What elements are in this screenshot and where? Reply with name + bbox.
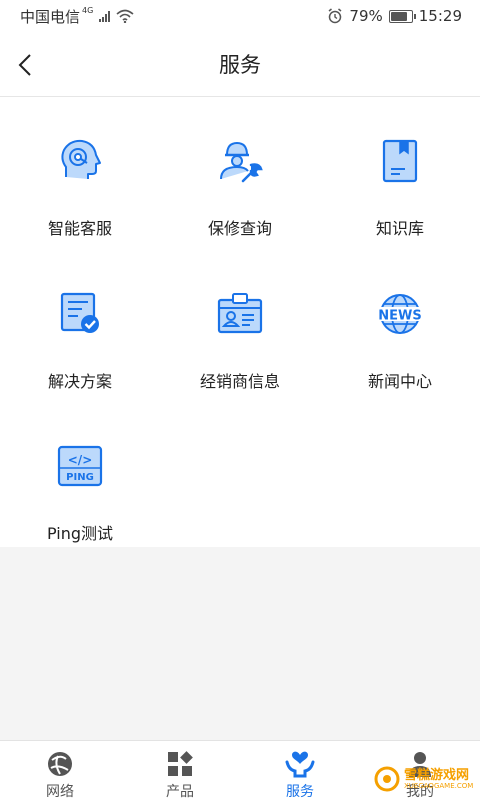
services-icon — [285, 749, 315, 779]
service-tile-dealer-info[interactable]: 经销商信息 — [160, 250, 320, 391]
service-tile-ping-test[interactable]: </> PING Ping测试 — [0, 402, 160, 543]
watermark: 雪糕游戏网 XUEGAOGAME.COM — [374, 762, 474, 796]
service-tile-customer-service[interactable]: 智能客服 — [0, 97, 160, 238]
ping-test-icon: </> PING — [54, 442, 106, 490]
customer-service-icon — [54, 137, 106, 185]
status-right: 79% 15:29 — [327, 7, 462, 25]
service-label: 知识库 — [375, 219, 424, 238]
back-arrow-icon — [18, 54, 31, 76]
nav-item-network[interactable]: 网络 — [0, 741, 120, 800]
status-bar: 中国电信 4G 79% 15:29 — [0, 0, 480, 32]
nav-item-products[interactable]: 产品 — [120, 741, 240, 800]
nav-item-services[interactable]: 服务 — [240, 741, 360, 800]
status-left: 中国电信 4G — [20, 6, 134, 27]
news-icon-text: NEWS — [378, 309, 421, 324]
service-tile-warranty[interactable]: 保修查询 — [160, 97, 320, 238]
network-icon — [45, 749, 75, 779]
solution-icon — [54, 290, 106, 338]
nav-label: 产品 — [166, 784, 194, 800]
news-icon: NEWS — [374, 290, 426, 338]
ping-code-text: </> — [68, 453, 93, 467]
nav-label: 服务 — [286, 784, 314, 800]
service-tile-knowledge-base[interactable]: 知识库 — [320, 97, 480, 238]
page-title: 服务 — [219, 53, 261, 77]
dealer-info-icon — [214, 290, 266, 338]
warranty-icon — [214, 137, 266, 185]
back-button[interactable] — [10, 48, 40, 82]
header: 服务 — [0, 32, 480, 97]
service-label: 经销商信息 — [199, 372, 280, 391]
service-label: 新闻中心 — [367, 372, 432, 391]
ping-icon-text: PING — [66, 472, 94, 483]
carrier-name: 中国电信 — [20, 7, 81, 26]
service-tile-news[interactable]: NEWS 新闻中心 — [320, 250, 480, 391]
products-icon — [165, 749, 195, 779]
network-type: 4G — [82, 5, 94, 15]
watermark-text-block: 雪糕游戏网 XUEGAOGAME.COM — [404, 769, 473, 790]
wifi-icon — [116, 9, 134, 23]
nav-label: 网络 — [46, 784, 74, 800]
service-label: 保修查询 — [207, 219, 272, 238]
alarm-icon — [328, 8, 342, 24]
service-label: 解决方案 — [47, 372, 112, 391]
service-tile-solution[interactable]: 解决方案 — [0, 250, 160, 391]
watermark-text: 雪糕游戏网 — [404, 767, 470, 783]
battery-icon — [388, 9, 416, 23]
watermark-subtext: XUEGAOGAME.COM — [404, 781, 474, 790]
service-label: Ping测试 — [46, 524, 114, 543]
clock: 15:29 — [418, 7, 462, 25]
battery-fill — [390, 11, 407, 21]
watermark-logo-icon — [374, 766, 400, 792]
signal-icon — [99, 10, 111, 22]
service-label: 智能客服 — [47, 219, 112, 238]
battery-percent: 79% — [349, 7, 383, 25]
knowledge-base-icon — [374, 137, 426, 185]
service-grid: 智能客服 保修查询 知识库 解决方案 经销商信息 NEWS 新闻中心 </> P… — [0, 97, 480, 547]
